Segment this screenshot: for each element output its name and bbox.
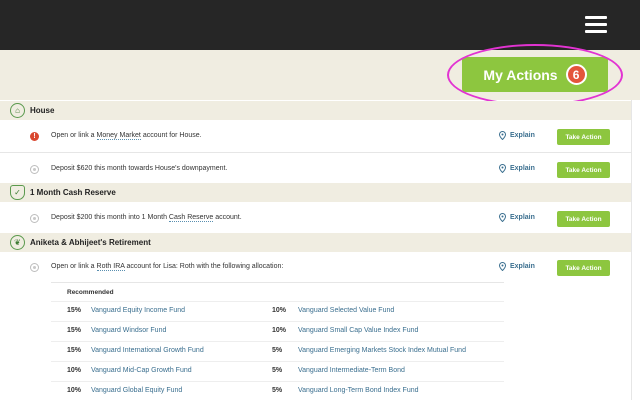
action-text: Open or link a Roth IRA account for Lisa… bbox=[51, 263, 284, 271]
allocation-percent: 15% bbox=[67, 327, 82, 334]
take-action-button[interactable]: Take Action bbox=[557, 129, 610, 145]
table-row: 15% Vanguard International Growth Fund 5… bbox=[51, 341, 504, 361]
fund-link[interactable]: Vanguard Equity Income Fund bbox=[91, 307, 185, 314]
fund-link[interactable]: Vanguard Intermediate-Term Bond bbox=[298, 367, 405, 374]
todo-icon bbox=[30, 214, 39, 223]
fund-link[interactable]: Vanguard International Growth Fund bbox=[91, 347, 204, 354]
allocation-percent: 15% bbox=[67, 347, 82, 354]
map-pin-icon bbox=[499, 262, 506, 271]
section-title: 1 Month Cash Reserve bbox=[30, 188, 116, 197]
action-text: Deposit $200 this month into 1 Month Cas… bbox=[51, 214, 242, 222]
map-pin-icon bbox=[499, 131, 506, 140]
map-pin-icon bbox=[499, 164, 506, 173]
action-row: ! Open or link a Money Market account fo… bbox=[0, 120, 631, 153]
leaf-icon: ❦ bbox=[10, 235, 25, 250]
section-title: Aniketa & Abhijeet's Retirement bbox=[30, 238, 151, 247]
money-market-link[interactable]: Money Market bbox=[96, 132, 141, 140]
cash-reserve-link[interactable]: Cash Reserve bbox=[168, 214, 214, 222]
action-text: Deposit $620 this month towards House's … bbox=[51, 165, 228, 172]
allocation-percent: 10% bbox=[272, 327, 287, 334]
table-row: 15% Vanguard Equity Income Fund 10% Vang… bbox=[51, 301, 504, 321]
fund-link[interactable]: Vanguard Global Equity Fund bbox=[91, 387, 182, 394]
shield-icon: ✓ bbox=[10, 185, 25, 200]
section-header-cash-reserve: ✓ 1 Month Cash Reserve bbox=[0, 183, 631, 202]
todo-icon bbox=[30, 263, 39, 272]
section-title: House bbox=[30, 106, 55, 115]
highlight-annotation bbox=[447, 44, 623, 106]
allocation-table: Recommended 15% Vanguard Equity Income F… bbox=[51, 282, 504, 400]
allocation-percent: 15% bbox=[67, 307, 82, 314]
content-edge-divider bbox=[631, 100, 632, 400]
take-action-button[interactable]: Take Action bbox=[557, 260, 610, 276]
explain-link[interactable]: Explain bbox=[499, 262, 535, 271]
table-row: 15% Vanguard Windsor Fund 10% Vanguard S… bbox=[51, 321, 504, 341]
explain-link[interactable]: Explain bbox=[499, 164, 535, 173]
allocation-header: Recommended bbox=[67, 289, 114, 296]
allocation-percent: 5% bbox=[272, 367, 283, 374]
take-action-button[interactable]: Take Action bbox=[557, 162, 610, 178]
section-header-house: ⌂ House bbox=[0, 101, 631, 120]
fund-link[interactable]: Vanguard Emerging Markets Stock Index Mu… bbox=[298, 347, 466, 354]
action-text: Open or link a Money Market account for … bbox=[51, 132, 202, 140]
fund-link[interactable]: Vanguard Mid-Cap Growth Fund bbox=[91, 367, 192, 374]
house-icon: ⌂ bbox=[10, 103, 25, 118]
allocation-percent: 10% bbox=[67, 387, 82, 394]
alert-icon: ! bbox=[30, 132, 39, 141]
allocation-percent: 10% bbox=[67, 367, 82, 374]
action-row: Deposit $200 this month into 1 Month Cas… bbox=[0, 202, 631, 235]
allocation-percent: 5% bbox=[272, 347, 283, 354]
explain-link[interactable]: Explain bbox=[499, 131, 535, 140]
allocation-percent: 5% bbox=[272, 387, 283, 394]
take-action-button[interactable]: Take Action bbox=[557, 211, 610, 227]
action-row: Open or link a Roth IRA account for Lisa… bbox=[0, 251, 631, 284]
section-header-retirement: ❦ Aniketa & Abhijeet's Retirement bbox=[0, 233, 631, 252]
action-row: Deposit $620 this month towards House's … bbox=[0, 153, 631, 186]
fund-link[interactable]: Vanguard Small Cap Value Index Fund bbox=[298, 327, 418, 334]
table-row: 10% Vanguard Global Equity Fund 5% Vangu… bbox=[51, 381, 504, 401]
roth-ira-link[interactable]: Roth IRA bbox=[96, 263, 125, 271]
hamburger-menu-icon[interactable] bbox=[585, 16, 607, 34]
map-pin-icon bbox=[499, 213, 506, 222]
fund-link[interactable]: Vanguard Windsor Fund bbox=[91, 327, 166, 334]
fund-link[interactable]: Vanguard Long-Term Bond Index Fund bbox=[298, 387, 419, 394]
explain-link[interactable]: Explain bbox=[499, 213, 535, 222]
top-bar bbox=[0, 0, 640, 50]
fund-link[interactable]: Vanguard Selected Value Fund bbox=[298, 307, 394, 314]
table-row: 10% Vanguard Mid-Cap Growth Fund 5% Vang… bbox=[51, 361, 504, 381]
allocation-percent: 10% bbox=[272, 307, 287, 314]
todo-icon bbox=[30, 165, 39, 174]
